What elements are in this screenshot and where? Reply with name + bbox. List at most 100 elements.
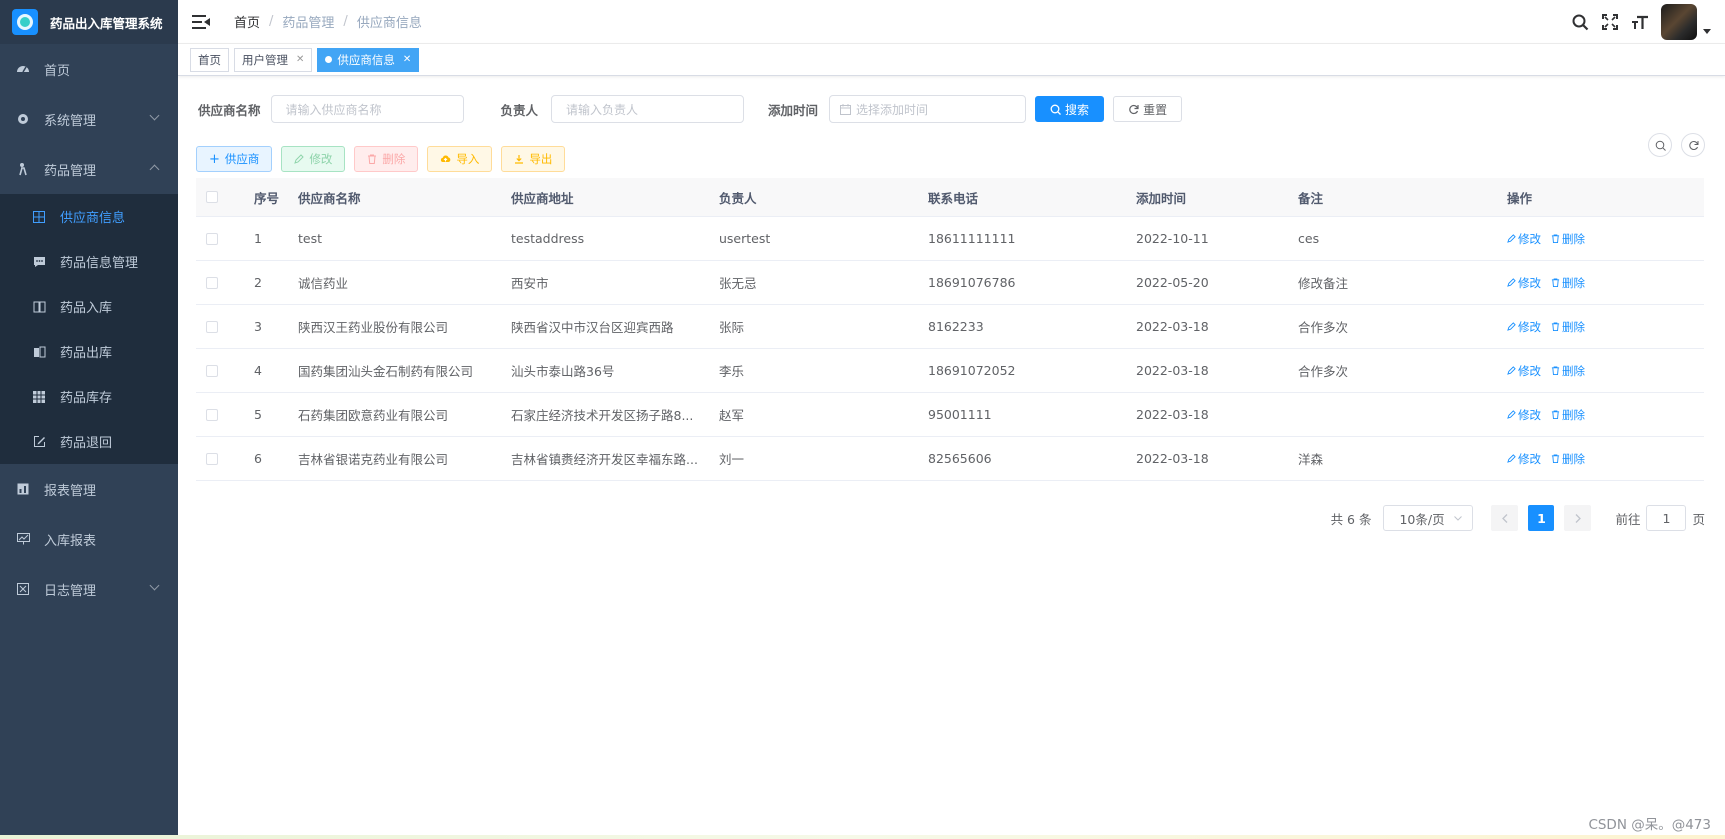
sidebar-item-system[interactable]: 系统管理 bbox=[0, 94, 178, 144]
select-cell bbox=[196, 364, 254, 377]
right-toolbar bbox=[1639, 133, 1705, 157]
select-cell bbox=[196, 452, 254, 465]
cell-name: 国药集团汕头金石制药有限公司 bbox=[298, 364, 474, 379]
supplier-table: 序号 供应商名称 供应商地址 负责人 联系电话 添加时间 备注 操作 1 test… bbox=[196, 178, 1704, 481]
close-icon[interactable]: ✕ bbox=[403, 49, 411, 71]
goto-suffix: 页 bbox=[1692, 511, 1705, 527]
person-input[interactable]: 请输入负责人 bbox=[551, 95, 745, 123]
cell-phone: 82565606 bbox=[928, 451, 992, 466]
header-remark: 备注 bbox=[1298, 190, 1324, 206]
add-time-picker[interactable]: 选择添加时间 bbox=[829, 95, 1027, 123]
hamburger-icon[interactable] bbox=[192, 14, 212, 30]
navbar: 首页 / 药品管理 / 供应商信息 bbox=[178, 0, 1725, 44]
table-header: 序号 供应商名称 供应商地址 负责人 联系电话 添加时间 备注 操作 bbox=[196, 178, 1704, 217]
delete-button[interactable]: 删除 bbox=[354, 146, 419, 172]
sidebar-item-drug-out[interactable]: 药品出库 bbox=[0, 329, 178, 374]
row-edit-button[interactable]: 修改 bbox=[1507, 319, 1541, 335]
export-button[interactable]: 导出 bbox=[501, 146, 566, 172]
select-all-checkbox[interactable] bbox=[206, 191, 218, 203]
refresh-icon bbox=[1129, 104, 1139, 114]
row-edit-button[interactable]: 修改 bbox=[1507, 451, 1541, 467]
trash-icon bbox=[1551, 234, 1560, 243]
chevron-up-icon bbox=[149, 164, 160, 175]
goto-page-input[interactable]: 1 bbox=[1646, 505, 1687, 531]
row-checkbox[interactable] bbox=[206, 232, 218, 245]
row-delete-button[interactable]: 删除 bbox=[1551, 363, 1585, 379]
row-checkbox[interactable] bbox=[206, 452, 218, 465]
font-size-icon[interactable] bbox=[1625, 0, 1655, 44]
row-edit-label: 修改 bbox=[1518, 363, 1541, 378]
row-delete-button[interactable]: 删除 bbox=[1551, 275, 1585, 291]
edit-icon bbox=[32, 435, 46, 449]
user-walk-icon bbox=[16, 162, 30, 176]
row-edit-button[interactable]: 修改 bbox=[1507, 275, 1541, 291]
sidebar-item-reports[interactable]: 报表管理 bbox=[0, 464, 178, 514]
logo[interactable]: 药品出入库管理系统 bbox=[0, 0, 178, 44]
row-checkbox[interactable] bbox=[206, 320, 218, 333]
add-supplier-button[interactable]: + 供应商 bbox=[196, 146, 273, 172]
gear-icon bbox=[16, 112, 30, 126]
fullscreen-icon[interactable] bbox=[1595, 0, 1625, 44]
tag-home[interactable]: 首页 bbox=[190, 47, 229, 72]
main-content: 供应商名称 请输入供应商名称 负责人 请输入负责人 添加时间 选择添加时间 搜索… bbox=[178, 77, 1725, 839]
edit-button[interactable]: 修改 bbox=[281, 146, 346, 172]
search-button[interactable]: 搜索 bbox=[1035, 96, 1105, 122]
trash-icon bbox=[1551, 410, 1560, 419]
row-delete-button[interactable]: 删除 bbox=[1551, 407, 1585, 423]
table-icon bbox=[32, 390, 46, 404]
tag-user-management[interactable]: 用户管理 ✕ bbox=[234, 47, 313, 72]
breadcrumb-home[interactable]: 首页 bbox=[234, 12, 260, 31]
bottom-strip bbox=[0, 835, 1725, 839]
tag-label: 供应商信息 bbox=[337, 52, 395, 67]
refresh-button[interactable] bbox=[1681, 133, 1705, 157]
row-checkbox[interactable] bbox=[206, 408, 218, 421]
sidebar-item-drug-return[interactable]: 药品退回 bbox=[0, 419, 178, 464]
sidebar-item-in-report[interactable]: 入库报表 bbox=[0, 514, 178, 564]
close-icon[interactable]: ✕ bbox=[296, 49, 304, 71]
next-page-button[interactable] bbox=[1564, 505, 1592, 531]
row-edit-button[interactable]: 修改 bbox=[1507, 407, 1541, 423]
sidebar-item-home[interactable]: 首页 bbox=[0, 44, 178, 94]
sidebar-item-drug-stock[interactable]: 药品库存 bbox=[0, 374, 178, 419]
sidebar-item-drug-in[interactable]: 药品入库 bbox=[0, 284, 178, 329]
chevron-down-icon bbox=[149, 110, 160, 121]
page-number-1[interactable]: 1 bbox=[1528, 505, 1555, 531]
caret-down-icon[interactable] bbox=[1703, 29, 1711, 34]
row-checkbox[interactable] bbox=[206, 364, 218, 377]
breadcrumb-separator: / bbox=[343, 14, 348, 29]
sidebar-item-drug-management[interactable]: 药品管理 bbox=[0, 144, 178, 194]
row-edit-button[interactable]: 修改 bbox=[1507, 231, 1541, 247]
edit-button-label: 修改 bbox=[309, 152, 333, 166]
header-phone: 联系电话 bbox=[928, 190, 979, 206]
cell-phone: 18611111111 bbox=[928, 231, 1016, 246]
pagination-total: 共 6 条 bbox=[1330, 511, 1372, 527]
prev-page-button[interactable] bbox=[1491, 505, 1519, 531]
tags-view: 首页 用户管理 ✕ 供应商信息 ✕ bbox=[178, 44, 1725, 76]
sidebar-item-label: 供应商信息 bbox=[60, 211, 126, 226]
cell-address: 陕西省汉中市汉台区迎宾西路 bbox=[511, 320, 674, 335]
sidebar-item-supplier-info[interactable]: 供应商信息 bbox=[0, 194, 178, 239]
row-delete-button[interactable]: 删除 bbox=[1551, 319, 1585, 335]
pagination: 共 6 条 10条/页 1 前往 1 页 bbox=[1331, 505, 1705, 531]
avatar[interactable] bbox=[1661, 4, 1697, 40]
toggle-search-button[interactable] bbox=[1648, 133, 1672, 157]
sidebar-item-drug-info[interactable]: 药品信息管理 bbox=[0, 239, 178, 284]
row-delete-button[interactable]: 删除 bbox=[1551, 231, 1585, 247]
tag-supplier-info[interactable]: 供应商信息 ✕ bbox=[317, 47, 420, 72]
row-edit-button[interactable]: 修改 bbox=[1507, 363, 1541, 379]
search-icon[interactable] bbox=[1565, 0, 1595, 44]
cell-address: 石家庄经济技术开发区扬子路8... bbox=[511, 408, 694, 423]
row-edit-label: 修改 bbox=[1518, 231, 1541, 246]
page-size-select[interactable]: 10条/页 bbox=[1383, 505, 1474, 531]
supplier-name-input[interactable]: 请输入供应商名称 bbox=[270, 95, 464, 123]
row-checkbox[interactable] bbox=[206, 276, 218, 289]
row-delete-button[interactable]: 删除 bbox=[1551, 451, 1585, 467]
import-button[interactable]: 导入 bbox=[427, 146, 493, 172]
select-all-cell bbox=[196, 191, 254, 203]
reset-button[interactable]: 重置 bbox=[1113, 96, 1183, 122]
sidebar-item-logs[interactable]: 日志管理 bbox=[0, 564, 178, 614]
book-icon bbox=[32, 300, 46, 314]
cell-no: 6 bbox=[254, 451, 262, 466]
message-icon bbox=[32, 255, 46, 269]
trash-icon bbox=[368, 154, 377, 164]
